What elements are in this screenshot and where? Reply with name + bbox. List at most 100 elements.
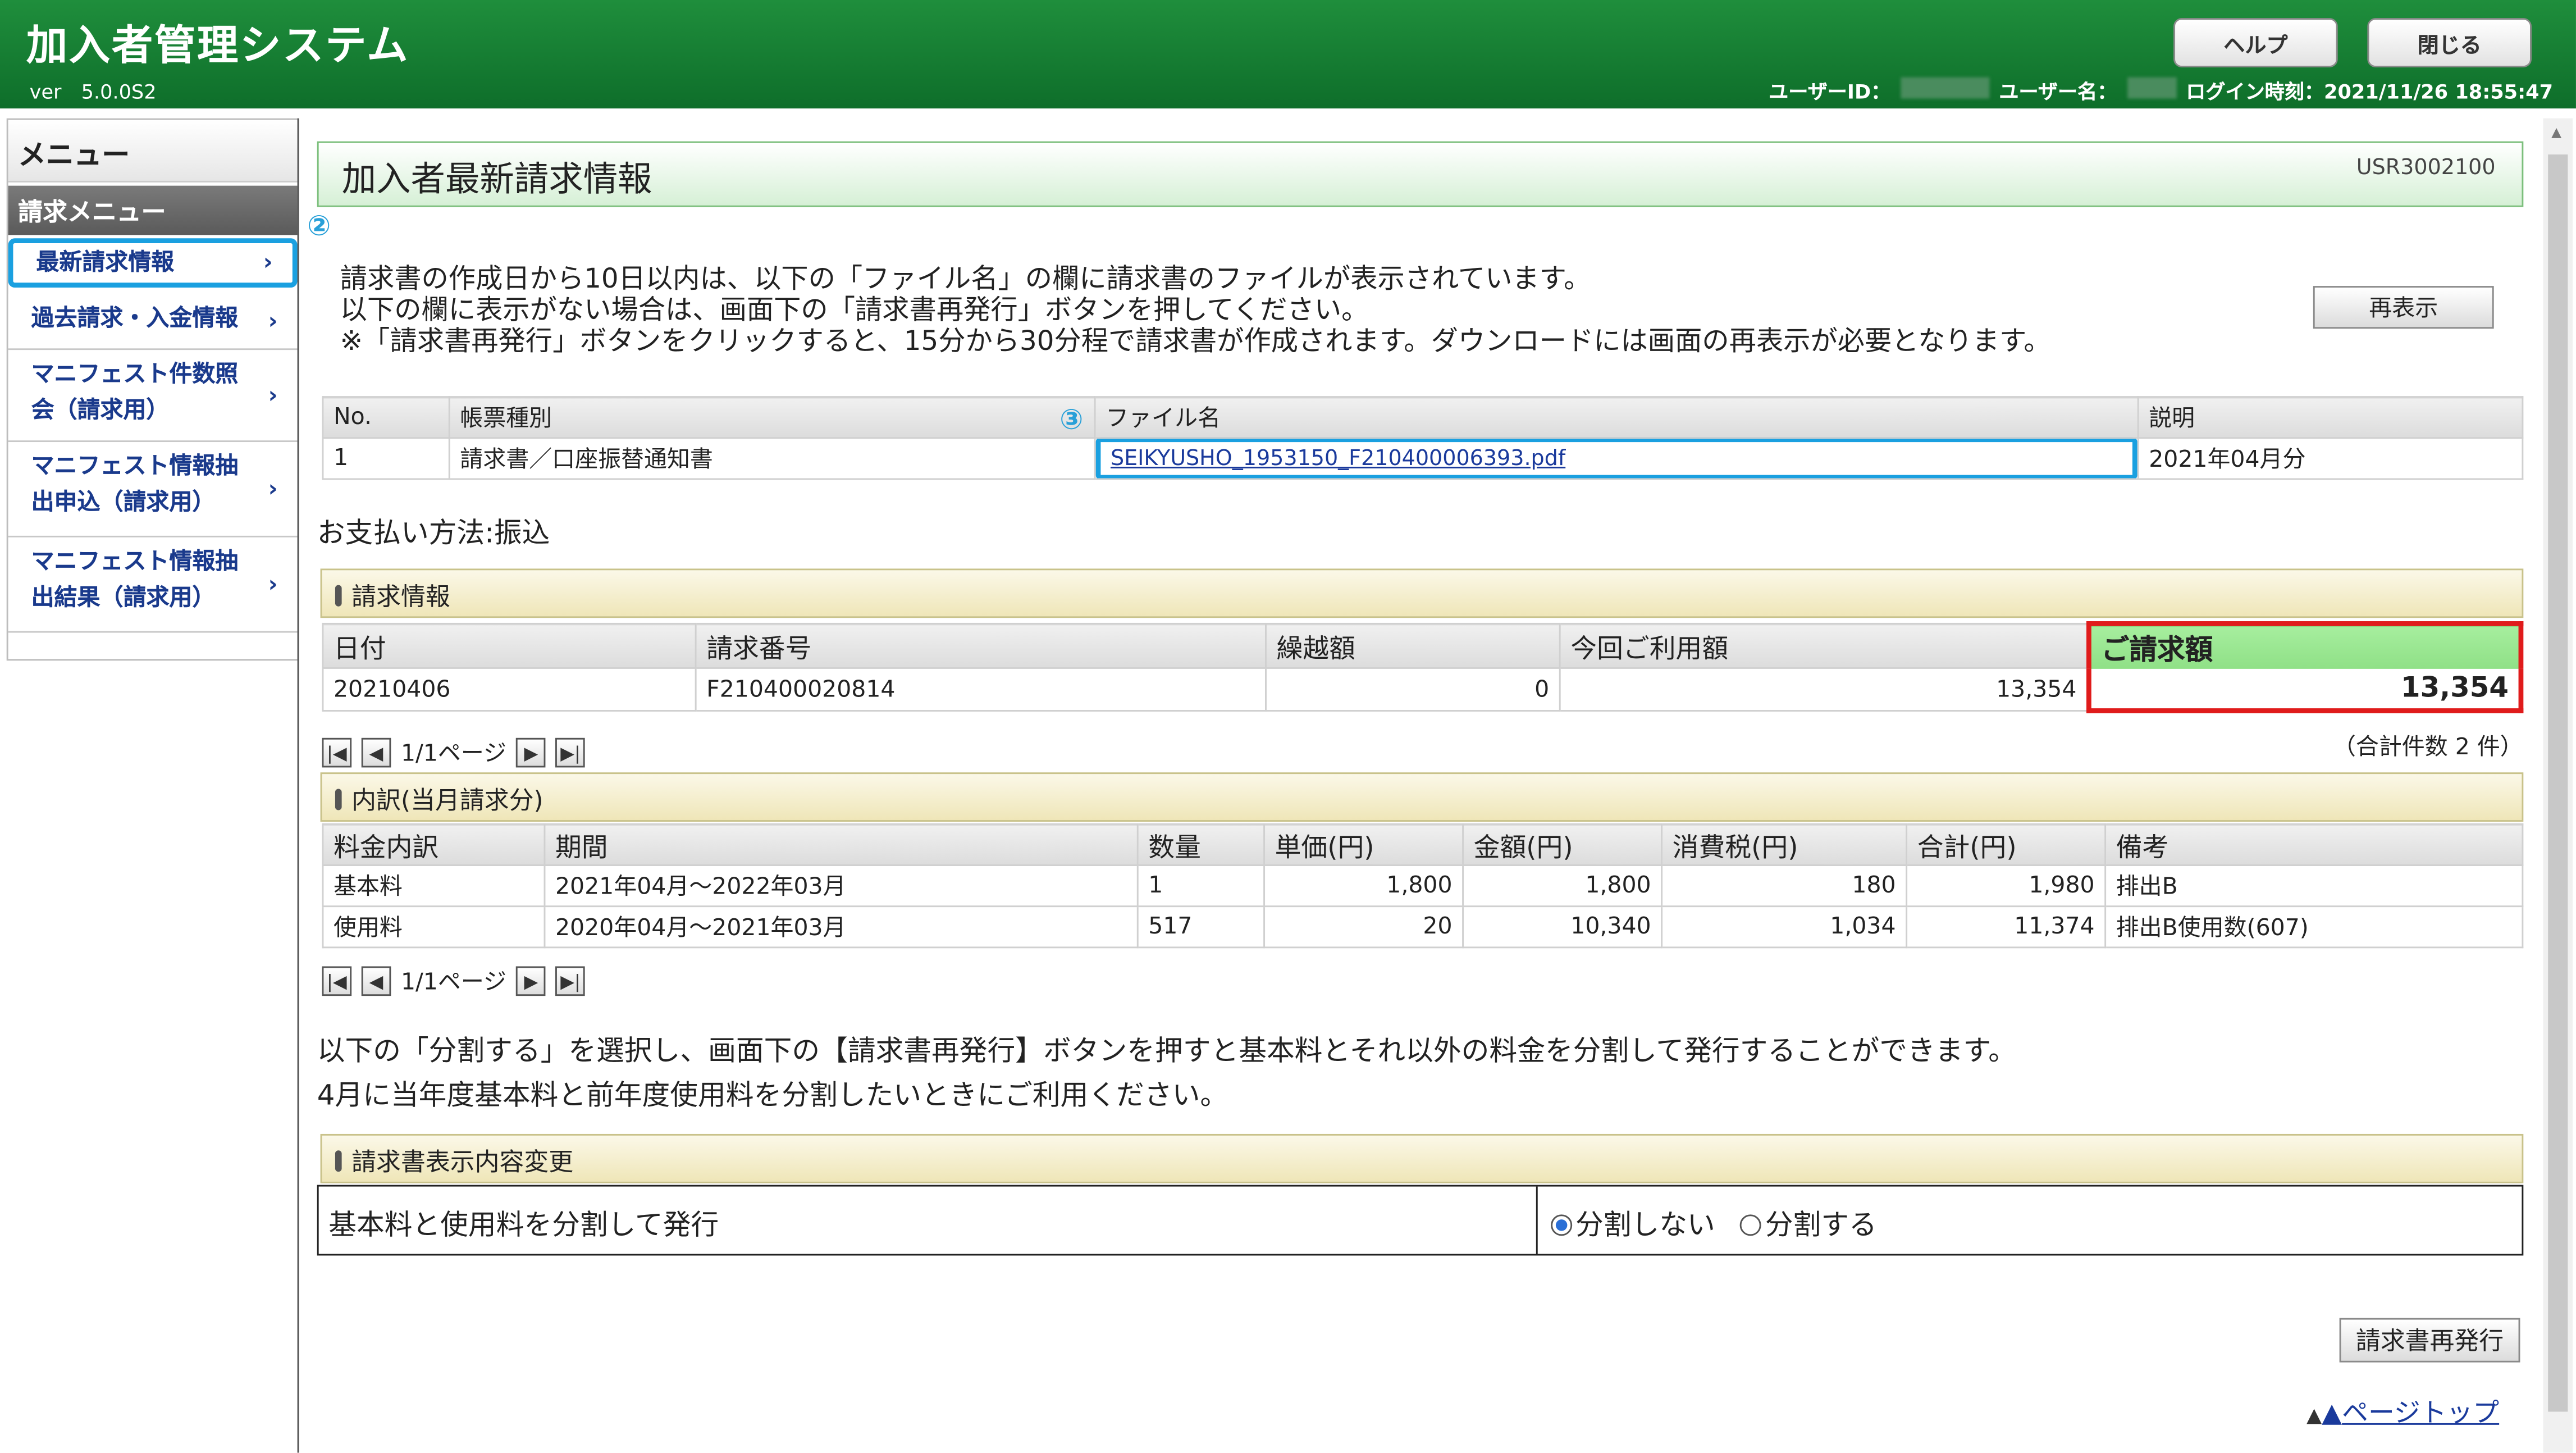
column-header: 繰越額 [1265,622,1561,669]
radio-no-split-label: 分割しない [1575,1209,1715,1243]
column-header: No. [322,396,450,439]
chevron-right-icon: › [268,382,278,409]
sidebar: メニュー 請求メニュー 最新請求情報 › 過去請求・入金情報 › マニフェスト件… [6,118,299,661]
table-row: 20210406 F210400020814 0 13,354 13,354 [322,667,2524,713]
table-row: 基本料 2021年04月～2022年03月 1 1,800 1,800 180 … [322,864,2524,908]
arrow-up-icon: ▲ [2306,1403,2322,1427]
vertical-scrollbar[interactable]: ▲ [2543,118,2573,1453]
billing-info-table: 日付 請求番号 繰越額 今回ご利用額 ご請求額 20210406 F210400… [322,621,2524,713]
split-option-label: 基本料と使用料を分割して発行 [319,1186,1538,1254]
info-message-3: ※「請求書再発行」ボタンをクリックすると、15分から30分程で請求書が作成されま… [340,325,2051,357]
cell-file-name: SEIKYUSHO_1953150_F210400006393.pdf [1094,437,2139,480]
app-version: ver 5.0.0S2 [29,80,157,104]
cell: 10,340 [1462,905,1663,949]
radio-selected-icon[interactable] [1551,1214,1573,1236]
column-header: 単価(円) [1263,823,1464,867]
reissue-invoice-button[interactable]: 請求書再発行 [2339,1318,2520,1363]
total-count: （合計件数 2 件） [2332,734,2523,761]
split-radio-group: 分割しない 分割する [1551,1201,1877,1242]
sidebar-item-label: 最新請求情報 [36,249,175,276]
close-button[interactable]: 閉じる [2367,18,2532,67]
section-marker-icon [335,585,342,607]
help-button[interactable]: ヘルプ [2173,18,2338,67]
cell: 20 [1263,905,1464,949]
next-page-icon[interactable]: ▶ [516,737,546,768]
scrollbar-thumb[interactable] [2548,154,2568,1412]
files-table: No. 帳票種別 ファイル名 説明 1 請求書／口座振替通知書 SEIKYUSH… [322,396,2524,480]
section-title: 内訳(当月請求分) [351,785,543,816]
payment-method: お支払い方法:振込 [317,517,550,551]
column-header: 説明 [2137,396,2524,439]
user-name-label: ユーザー名： [1999,80,2117,104]
login-time: ログイン時刻：2021/11/26 18:55:47 [2186,80,2554,104]
cell: 1,034 [1661,905,1908,949]
cell: 使用料 [322,905,546,949]
split-note-2: 4月に当年度基本料と前年度使用料を分割したいときにご利用ください。 [317,1079,1228,1113]
next-page-icon[interactable]: ▶ [516,966,546,996]
radio-split[interactable]: 分割する [1740,1210,1877,1242]
first-page-icon[interactable]: |◀ [322,737,352,768]
page-top-link[interactable]: ▲▲ページトップ [2306,1390,2499,1429]
table-row: 使用料 2020年04月～2021年03月 517 20 10,340 1,03… [322,905,2524,949]
cell: 11,374 [1906,905,2107,949]
column-header: 消費税(円) [1661,823,1908,867]
sidebar-item-latest-billing[interactable]: 最新請求情報 › [8,238,298,288]
cell-no: 1 [322,437,450,480]
cell: 1,800 [1462,864,1663,908]
cell-date: 20210406 [322,667,697,712]
cell-invoice-no: F210400020814 [695,667,1267,712]
column-header: 期間 [543,823,1139,867]
sidebar-divider [297,118,299,1453]
column-header: ファイル名 [1094,396,2139,439]
sidebar-item-past-billing[interactable]: 過去請求・入金情報 › [8,294,298,350]
table-row: 1 請求書／口座振替通知書 SEIKYUSHO_1953150_F2104000… [322,437,2524,480]
prev-page-icon[interactable]: ◀ [361,966,391,996]
section-marker-icon [335,789,342,810]
chevron-right-icon: › [268,476,278,502]
display-change-header: 請求書表示内容変更 [320,1133,2524,1183]
cell-description: 2021年04月分 [2137,437,2524,480]
cell: 排出B [2104,864,2524,908]
pager-breakdown: |◀ ◀ 1/1ページ ▶ ▶| [322,965,586,998]
radio-no-split[interactable]: 分割しない [1551,1209,1715,1243]
last-page-icon[interactable]: ▶| [555,737,586,768]
app-title: 加入者管理システム [26,21,410,69]
screen-id: USR3002100 [2356,156,2496,181]
column-header: 金額(円) [1462,823,1663,867]
refresh-button[interactable]: 再表示 [2313,286,2494,329]
invoice-file-link[interactable]: SEIKYUSHO_1953150_F210400006393.pdf [1111,447,1565,472]
prev-page-icon[interactable]: ◀ [361,737,391,768]
cell: 2020年04月～2021年03月 [543,905,1139,949]
sidebar-item-manifest-extract-result[interactable]: マニフェスト情報抽出結果（請求用） › [8,537,298,633]
cell: 517 [1136,905,1266,949]
section-marker-icon [335,1150,342,1172]
column-header: 日付 [322,622,697,669]
cell: 2021年04月～2022年03月 [543,864,1139,908]
page-indicator: 1/1ページ [400,969,506,996]
redacted-user-name [2126,77,2176,99]
column-header: 備考 [2104,823,2524,867]
page-top-label: ページトップ [2342,1397,2500,1428]
annotation-marker-2: ② [307,210,331,244]
cell: 排出B使用数(607) [2104,905,2524,949]
user-info: ユーザーID： ユーザー名： ログイン時刻：2021/11/26 18:55:4… [1769,77,2554,106]
sidebar-item-manifest-extract-request[interactable]: マニフェスト情報抽出申込（請求用） › [8,442,298,538]
column-header: 帳票種別 [448,396,1096,439]
cell: 180 [1661,864,1908,908]
scroll-up-icon[interactable]: ▲ [2551,125,2561,139]
section-title: 請求情報 [351,581,450,612]
page-indicator: 1/1ページ [400,741,506,768]
last-page-icon[interactable]: ▶| [555,966,586,996]
redacted-user-id [1900,77,1989,99]
cell: 基本料 [322,864,546,908]
display-change-row: 基本料と使用料を分割して発行 分割しない 分割する [317,1185,2524,1256]
sidebar-item-manifest-count[interactable]: マニフェスト件数照会（請求用） › [8,350,298,443]
sidebar-item-label: マニフェスト情報抽出申込（請求用） [31,453,239,516]
breakdown-table: 料金内訳 期間 数量 単価(円) 金額(円) 消費税(円) 合計(円) 備考 基… [322,823,2524,949]
sidebar-section: 請求メニュー [8,185,298,235]
chevron-right-icon: › [268,571,278,598]
first-page-icon[interactable]: |◀ [322,966,352,996]
cell-usage-amount: 13,354 [1559,667,2090,712]
user-id-label: ユーザーID： [1769,80,1891,104]
radio-unselected-icon[interactable] [1740,1214,1762,1236]
